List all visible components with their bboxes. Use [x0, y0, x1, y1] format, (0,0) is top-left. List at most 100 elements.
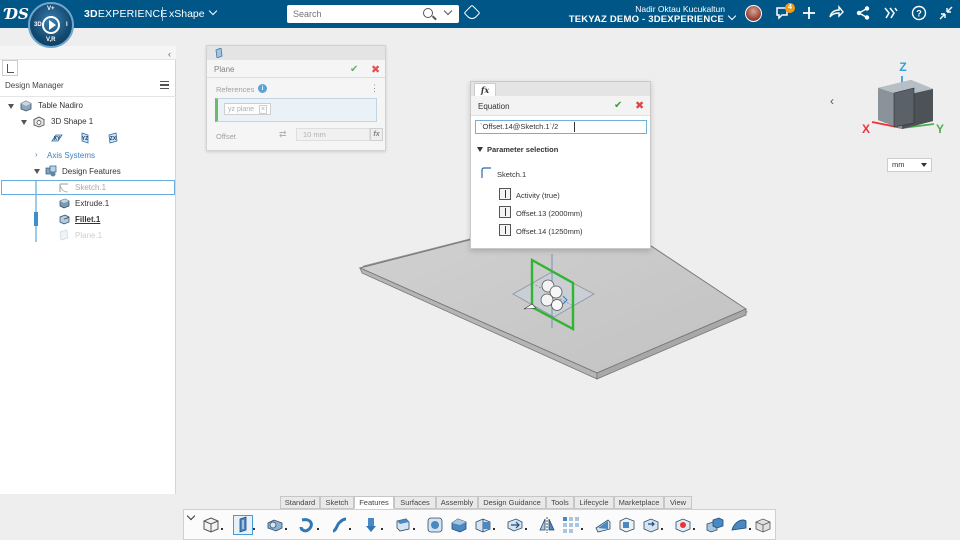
design-features-icon — [45, 165, 57, 177]
tree-node-extrude[interactable]: Extrude.1 — [75, 199, 109, 208]
split-icon[interactable] — [506, 516, 527, 534]
close-icon[interactable]: ✖ — [635, 99, 644, 112]
tab-tools[interactable]: Tools — [546, 496, 574, 509]
tree-node-sketch[interactable]: Sketch.1 — [75, 183, 106, 192]
yz-plane-icon[interactable]: YZ — [79, 132, 91, 144]
collapse-panel-icon[interactable]: ‹ — [168, 49, 171, 59]
tree-node-root[interactable]: Table Nadiro — [38, 101, 83, 110]
tab-surfaces[interactable]: Surfaces — [394, 496, 436, 509]
plane-icon[interactable] — [214, 48, 224, 58]
chevron-down-icon — [208, 6, 217, 16]
plus-icon[interactable] — [801, 5, 817, 21]
search-icon[interactable] — [423, 8, 433, 18]
param-offset-13[interactable]: Offset.13 (2000mm) — [516, 209, 583, 218]
search-options-icon[interactable] — [443, 6, 453, 16]
chamfer-icon[interactable] — [450, 516, 468, 534]
remove-chip-icon[interactable]: × — [259, 105, 268, 114]
tenant-selector[interactable]: TEKYAZ DEMO - 3DEXPERIENCE — [475, 11, 737, 25]
tab-sketch[interactable]: Sketch — [320, 496, 354, 509]
ds-logo[interactable]: ƊS — [5, 5, 29, 23]
units-dropdown[interactable]: mm — [887, 158, 932, 172]
tab-marketplace[interactable]: Marketplace — [614, 496, 664, 509]
chevron-right-icon[interactable]: › — [35, 150, 38, 159]
dimension-icon — [499, 206, 511, 218]
offset-input[interactable]: 10 mm — [296, 128, 370, 141]
rib-icon[interactable] — [594, 516, 612, 534]
formula-button[interactable]: fx — [370, 128, 383, 141]
search-box — [287, 5, 459, 23]
sweep-icon[interactable] — [330, 516, 351, 534]
menu-icon[interactable] — [160, 81, 169, 89]
formula-input[interactable]: `Offset.14@Sketch.1`/2 — [475, 120, 647, 134]
xy-plane-icon[interactable]: XY — [51, 132, 63, 144]
shell-icon[interactable] — [426, 516, 444, 534]
compass-widget[interactable]: V+ 3D I V,R — [28, 2, 74, 48]
stiffener-icon[interactable] — [618, 516, 636, 534]
app-selector[interactable]: xShape — [169, 6, 217, 20]
pattern-icon[interactable] — [562, 516, 583, 534]
tab-lifecycle[interactable]: Lifecycle — [574, 496, 614, 509]
tab-features[interactable]: Features — [354, 496, 394, 509]
collapse-icon[interactable] — [477, 147, 483, 152]
close-icon[interactable]: ✖ — [371, 63, 380, 76]
tree-node-shape[interactable]: 3D Shape 1 — [51, 117, 93, 126]
collapse-toolbar-icon[interactable] — [186, 511, 196, 521]
references-field[interactable]: yz plane × — [215, 98, 377, 122]
expand-icon[interactable] — [34, 169, 40, 174]
tree-tab-icon[interactable] — [2, 60, 18, 76]
network-icon[interactable] — [855, 5, 871, 21]
repair-icon[interactable] — [754, 516, 772, 534]
avatar[interactable] — [745, 5, 762, 22]
user-name[interactable]: Nadir Oktau Kucukaltun — [525, 4, 725, 14]
xy-plane-label: XY — [54, 136, 61, 142]
parameter-selection-header[interactable]: Parameter selection — [487, 145, 558, 154]
param-sketch[interactable]: Sketch.1 — [497, 170, 526, 179]
ok-icon[interactable]: ✔ — [614, 100, 622, 111]
compass-apps-icon[interactable] — [883, 5, 899, 21]
share-icon[interactable] — [828, 5, 844, 21]
sketch-icon — [481, 167, 491, 178]
help-icon[interactable]: ? — [911, 5, 927, 21]
fillet-tool-icon[interactable] — [474, 516, 495, 534]
search-input[interactable] — [293, 8, 413, 20]
tab-standard[interactable]: Standard — [280, 496, 320, 509]
divider — [207, 77, 385, 78]
info-icon[interactable]: i — [258, 84, 267, 93]
more-options-icon[interactable]: ⋮ — [370, 83, 379, 94]
tab-view[interactable]: View — [664, 496, 692, 509]
tab-assembly[interactable]: Assembly — [436, 496, 478, 509]
thickness-icon[interactable] — [362, 516, 383, 534]
play-icon[interactable] — [49, 20, 56, 30]
tree-node-axis-systems[interactable]: Axis Systems — [47, 151, 95, 160]
transform-icon[interactable] — [706, 516, 724, 534]
draft-icon[interactable] — [394, 516, 415, 534]
swap-direction-icon[interactable]: ⇄ — [279, 129, 287, 140]
compass-right-label: I — [66, 22, 68, 28]
equation-dialog: fx Equation ✔ ✖ `Offset.14@Sketch.1`/2 P… — [470, 81, 651, 249]
surface-icon[interactable] — [730, 516, 751, 534]
param-offset-14[interactable]: Offset.14 (1250mm) — [516, 227, 583, 236]
tab-design-guidance[interactable]: Design Guidance — [478, 496, 546, 509]
tree-node-plane[interactable]: Plane.1 — [75, 231, 102, 240]
compass-left-label: 3D — [34, 22, 42, 28]
remove-icon[interactable] — [674, 516, 695, 534]
dialog-tabstrip — [207, 46, 385, 60]
fx-tab[interactable]: fx — [474, 83, 496, 96]
tree-node-design-features[interactable]: Design Features — [62, 167, 121, 176]
chevron-left-icon[interactable]: ‹ — [830, 94, 834, 108]
mirror-icon[interactable] — [538, 516, 556, 534]
primitive-icon[interactable] — [202, 516, 223, 534]
expand-icon[interactable] — [8, 104, 14, 109]
expand-icon[interactable] — [21, 120, 27, 125]
ok-icon[interactable]: ✔ — [350, 64, 358, 75]
tree-node-fillet[interactable]: Fillet.1 — [75, 215, 100, 224]
extrude-tool-icon[interactable] — [233, 515, 255, 535]
view-compass[interactable]: Z X Y — [862, 60, 944, 136]
param-activity[interactable]: Activity (true) — [516, 191, 560, 200]
revolve-icon[interactable] — [298, 516, 319, 534]
boolean-icon[interactable] — [642, 516, 663, 534]
zx-plane-icon[interactable]: ZX — [107, 132, 119, 144]
collapse-fullscreen-icon[interactable] — [938, 5, 954, 21]
reference-chip[interactable]: yz plane × — [224, 103, 272, 115]
pad-icon[interactable] — [266, 516, 287, 534]
